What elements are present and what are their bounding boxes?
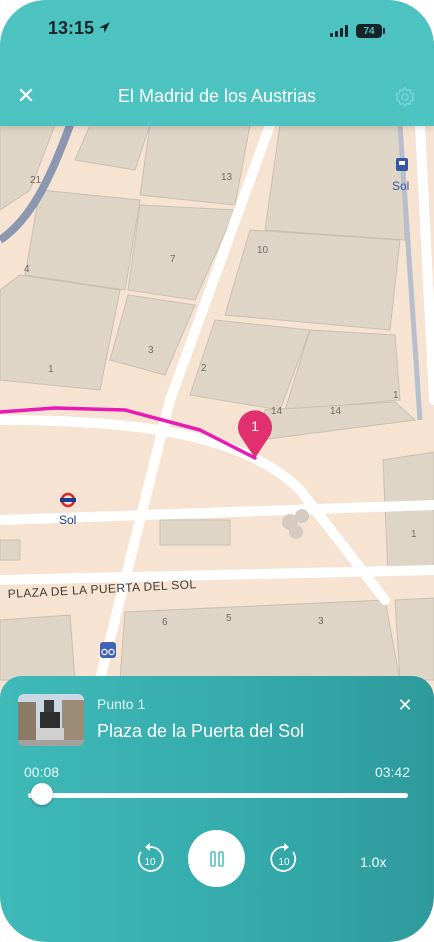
forward-10-button[interactable]: 10	[267, 842, 301, 881]
page-title: El Madrid de los Austrias	[117, 86, 317, 106]
building-number: 10	[257, 245, 269, 256]
rewind-label: 10	[144, 857, 156, 868]
gear-icon[interactable]	[394, 86, 416, 108]
place-name: Plaza de la Puerta del Sol	[97, 721, 305, 741]
audio-player-panel: Punto 1 Plaza de la Puerta del Sol ✕ 00:…	[0, 676, 434, 942]
status-time: 13:15	[48, 18, 111, 39]
current-time: 00:08	[24, 764, 60, 780]
building-number: 7	[170, 254, 176, 265]
building-number: 3	[148, 345, 154, 356]
pause-icon	[209, 850, 224, 867]
metro-label: Sol	[59, 513, 76, 527]
signal-icon	[330, 25, 348, 37]
building-number: 2	[201, 363, 207, 374]
building-number: 1	[48, 364, 54, 375]
location-arrow-icon	[98, 18, 111, 39]
building-number: 14	[330, 406, 342, 417]
status-time-text: 13:15	[48, 18, 95, 38]
status-right: 74	[330, 24, 385, 38]
train-label: Sol	[392, 179, 409, 193]
forward-label: 10	[278, 857, 290, 868]
point-label: Punto 1	[97, 696, 146, 712]
top-header: 13:15 74 ✕ El Madrid de los Austrias	[0, 0, 434, 126]
player-close-icon[interactable]: ✕	[396, 696, 414, 714]
building-number: 6	[162, 617, 168, 628]
place-thumbnail[interactable]	[18, 694, 84, 746]
progress-track[interactable]	[28, 793, 408, 798]
battery-level: 74	[363, 25, 375, 37]
pause-button[interactable]	[188, 830, 245, 887]
building-number: 21	[30, 175, 42, 186]
building-number: 1	[411, 529, 417, 540]
building-number: 5	[226, 613, 232, 624]
total-time: 03:42	[374, 764, 410, 780]
rewind-10-button[interactable]: 10	[133, 842, 167, 881]
app-screen: 21 13 7 4 10 3 1 2 14 14 1 1 6 5 3 PLAZA…	[0, 0, 434, 942]
building-number: 14	[271, 406, 283, 417]
battery-icon: 74	[356, 24, 385, 38]
bike-icon[interactable]	[100, 642, 116, 658]
train-icon[interactable]	[396, 158, 408, 171]
building-number: 1	[393, 390, 399, 401]
marker-number: 1	[251, 418, 259, 434]
building-number: 13	[221, 172, 233, 183]
building-number: 4	[24, 264, 30, 275]
forward-icon: 10	[270, 843, 297, 872]
building-number: 3	[318, 616, 324, 627]
progress-knob[interactable]	[30, 783, 53, 805]
speed-button[interactable]: 1.0x	[360, 854, 386, 870]
rewind-icon: 10	[137, 843, 164, 872]
